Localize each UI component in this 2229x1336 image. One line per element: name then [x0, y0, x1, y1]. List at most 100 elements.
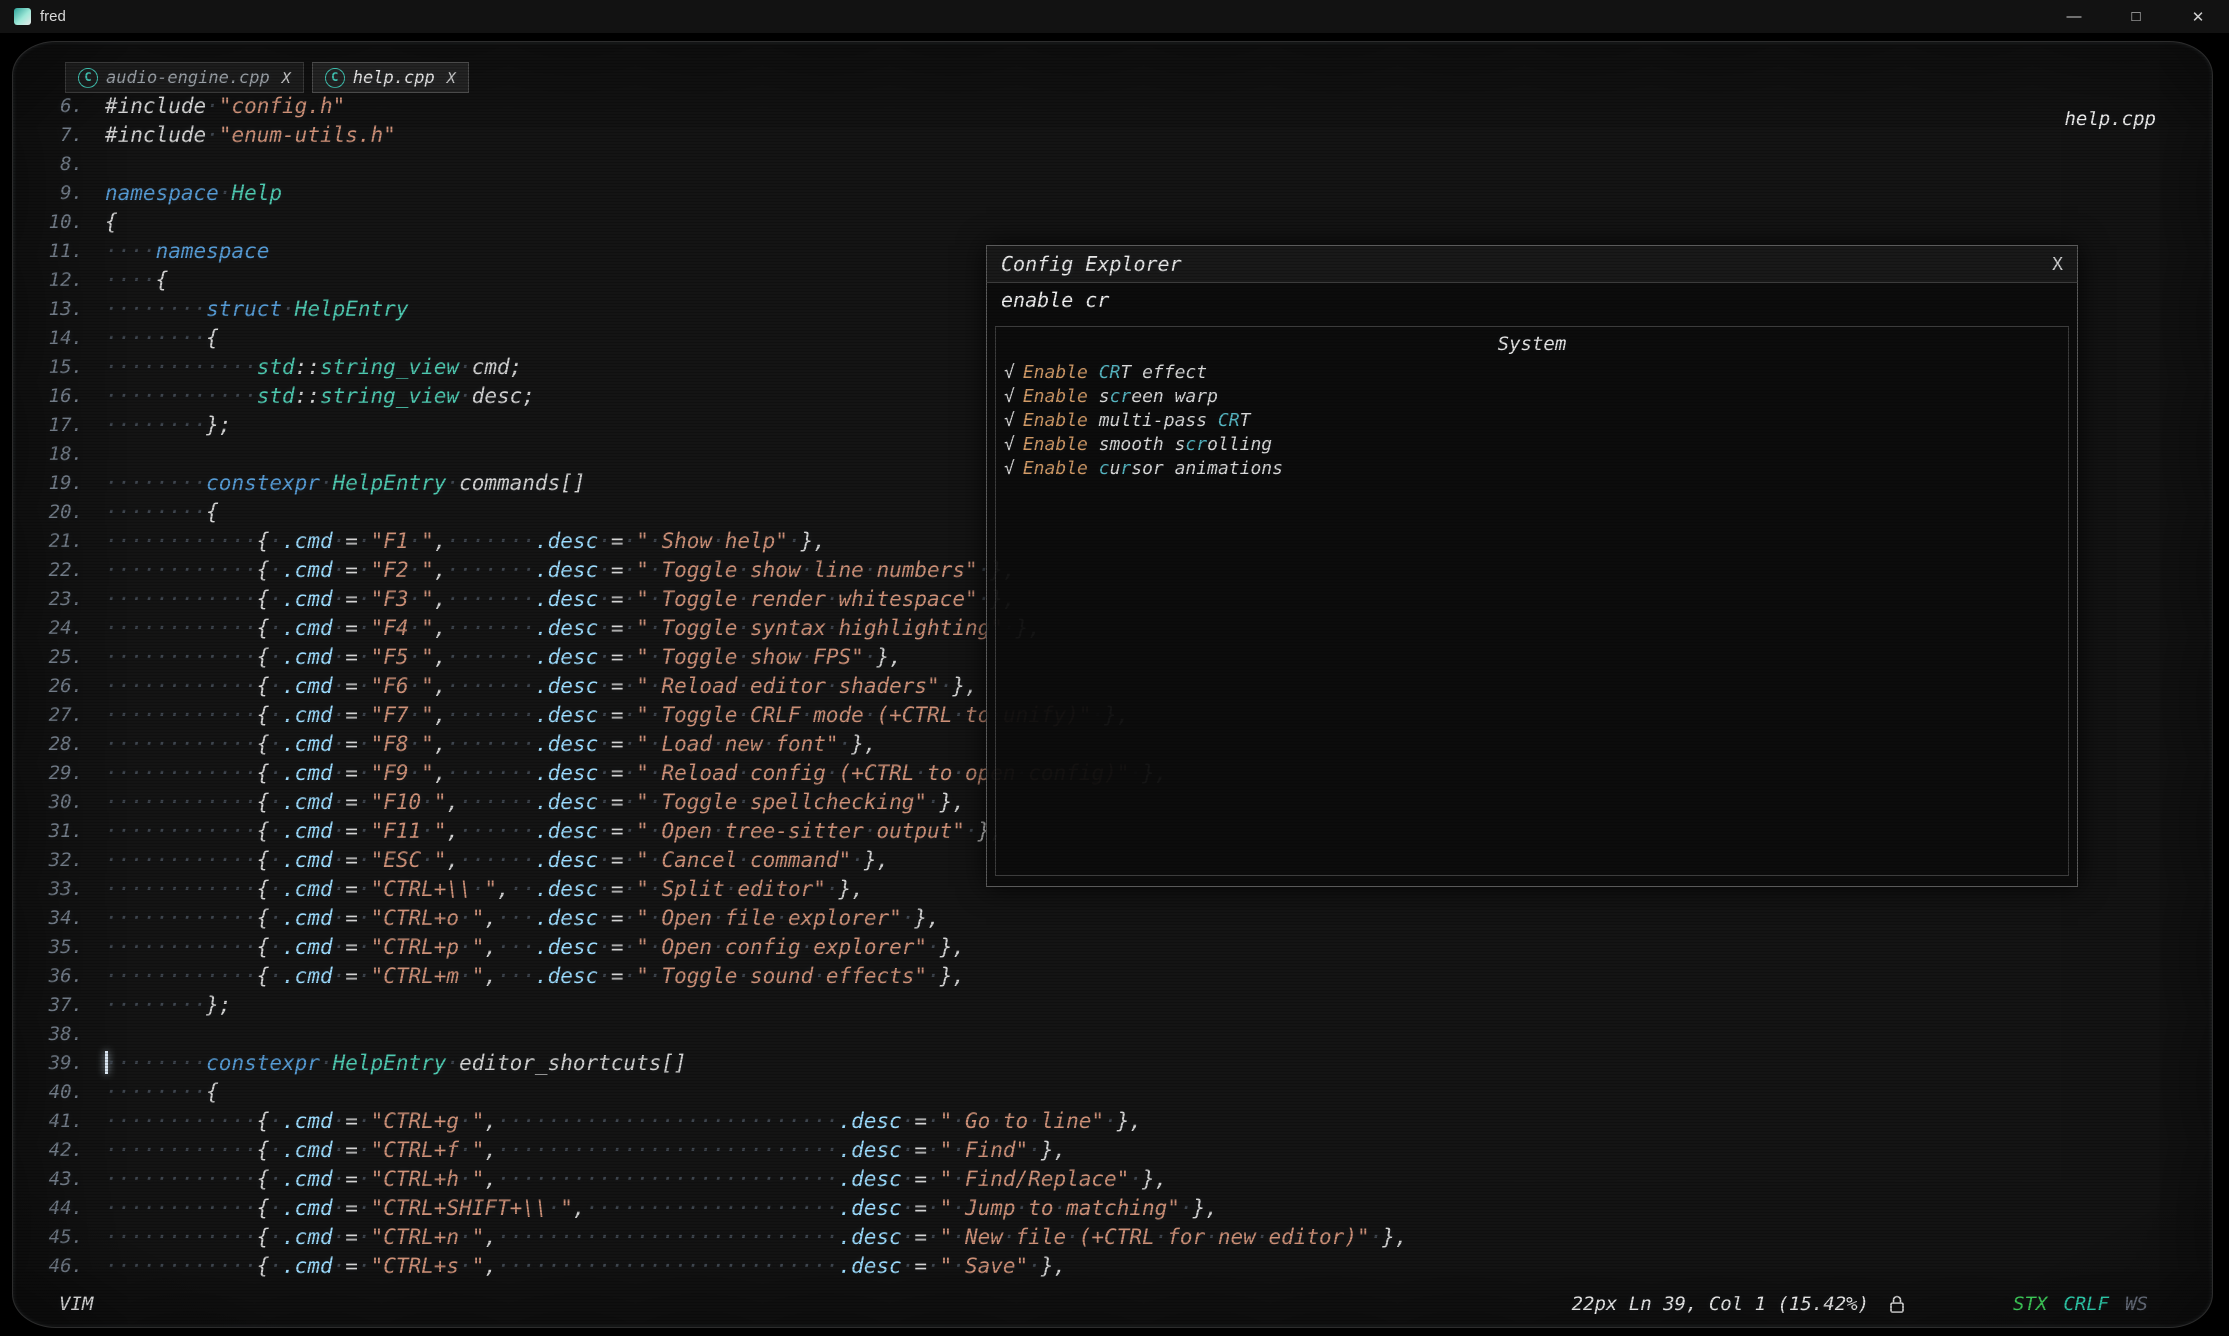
code-token: ·	[358, 964, 371, 988]
option-text: c	[1099, 458, 1110, 479]
code-token: ,	[484, 964, 497, 988]
code-token: ·	[409, 616, 422, 640]
config-search-input[interactable]: enable cr	[987, 283, 2077, 317]
line-content: ········{	[105, 1078, 219, 1107]
code-token: ·	[269, 703, 282, 727]
code-line[interactable]: 9.namespace·Help	[13, 179, 2212, 208]
line-number: 20.	[13, 498, 105, 527]
code-token: ·	[358, 587, 371, 611]
code-line[interactable]: 6.#include·"config.h"	[13, 92, 2212, 121]
code-token: ·	[649, 964, 662, 988]
code-line[interactable]: 7.#include·"enum-utils.h"	[13, 121, 2212, 150]
code-line[interactable]: 34.············{·.cmd·=·"CTRL+o·",···.de…	[13, 904, 2212, 933]
tab-audio-engine-cpp[interactable]: Caudio-engine.cppX	[65, 62, 304, 93]
code-line[interactable]: 46.············{·.cmd·=·"CTRL+s·",······…	[13, 1252, 2212, 1281]
code-token: ·	[1104, 1109, 1117, 1133]
option-text: CR	[1099, 362, 1121, 383]
config-explorer-close-button[interactable]: X	[2052, 254, 2063, 275]
code-token: "	[636, 935, 649, 959]
code-token: Toggle	[662, 645, 738, 669]
code-token: "	[434, 819, 447, 843]
code-line[interactable]: 36.············{·.cmd·=·"CTRL+m·",···.de…	[13, 962, 2212, 991]
code-token: =	[345, 906, 358, 930]
close-button[interactable]: ✕	[2167, 0, 2229, 33]
code-token: ·	[649, 616, 662, 640]
code-line[interactable]: 42.············{·.cmd·=·"CTRL+f·",······…	[13, 1136, 2212, 1165]
code-token: =	[611, 848, 624, 872]
config-option[interactable]: √Enable cursor animations	[996, 457, 2068, 481]
line-number: 35.	[13, 933, 105, 962]
config-option[interactable]: √Enable multi-pass CRT	[996, 409, 2068, 433]
code-token: ·	[1205, 1225, 1218, 1249]
tab-close-button[interactable]: X	[282, 69, 291, 87]
code-line[interactable]: 10.{	[13, 208, 2212, 237]
code-token: ·	[649, 906, 662, 930]
code-token: ·	[624, 645, 637, 669]
code-token: ·	[839, 732, 852, 756]
tab-help-cpp[interactable]: Chelp.cppX	[312, 62, 469, 93]
code-token: "	[636, 587, 649, 611]
code-token: "CTRL+p	[371, 935, 460, 959]
code-token: ·	[649, 587, 662, 611]
code-token: .cmd	[282, 790, 333, 814]
code-line[interactable]: 38.	[13, 1020, 2212, 1049]
code-token: ·	[421, 790, 434, 814]
config-option[interactable]: √Enable CRT effect	[996, 361, 2068, 385]
code-line[interactable]: 44.············{·.cmd·=·"CTRL+SHIFT+\\·"…	[13, 1194, 2212, 1223]
code-line[interactable]: 40.········{	[13, 1078, 2212, 1107]
code-line[interactable]: 39.········constexpr·HelpEntry·editor_sh…	[13, 1049, 2212, 1078]
option-text: Enable	[1023, 410, 1088, 431]
code-token: config	[725, 935, 801, 959]
code-token: .desc	[535, 703, 598, 727]
code-token: "	[484, 877, 497, 901]
code-token: file	[1016, 1225, 1067, 1249]
code-token: =	[345, 616, 358, 640]
code-line[interactable]: 45.············{·.cmd·=·"CTRL+n·",······…	[13, 1223, 2212, 1252]
line-content: ············{·.cmd·=·"CTRL+SHIFT+\\·",··…	[105, 1194, 1218, 1223]
code-token: ·	[269, 848, 282, 872]
code-line[interactable]: 43.············{·.cmd·=·"CTRL+h·",······…	[13, 1165, 2212, 1194]
code-token: ·	[472, 877, 485, 901]
code-token: ·	[409, 645, 422, 669]
code-token: =	[611, 906, 624, 930]
code-token: },	[940, 964, 965, 988]
code-line[interactable]: 41.············{·.cmd·=·"CTRL+g·",······…	[13, 1107, 2212, 1136]
option-text: Enable	[1023, 362, 1088, 383]
code-token: ,	[434, 674, 447, 698]
line-number: 44.	[13, 1194, 105, 1223]
code-token: .desc	[838, 1167, 901, 1191]
code-line[interactable]: 37.········};	[13, 991, 2212, 1020]
code-token: };	[206, 413, 231, 437]
code-token: New	[965, 1225, 1003, 1249]
code-token: ·	[269, 1225, 282, 1249]
code-token: ·	[851, 848, 864, 872]
config-option[interactable]: √Enable smooth scrolling	[996, 433, 2068, 457]
maximize-button[interactable]: □	[2105, 0, 2167, 33]
code-token: ·	[333, 1225, 346, 1249]
code-token: =	[611, 761, 624, 785]
line-content: ············std::string_view·desc;	[105, 382, 535, 411]
option-text: s	[1088, 386, 1110, 407]
code-token: {	[257, 1109, 270, 1133]
code-token: ·	[813, 964, 826, 988]
code-token: .desc	[838, 1138, 901, 1162]
code-token: "	[472, 1138, 485, 1162]
line-number: 18.	[13, 440, 105, 469]
code-token: .desc	[535, 761, 598, 785]
code-token: "	[472, 1167, 485, 1191]
cursor-position-info: 22px Ln 39, Col 1 (15.42%)	[1572, 1293, 1869, 1315]
tab-close-button[interactable]: X	[447, 69, 456, 87]
code-token: ············	[105, 616, 257, 640]
code-token: editor	[750, 674, 826, 698]
code-token: ·	[459, 1109, 472, 1133]
line-content: ············{·.cmd·=·"F1·",·······.desc·…	[105, 527, 826, 556]
code-line[interactable]: 8.	[13, 150, 2212, 179]
config-option[interactable]: √Enable screen warp	[996, 385, 2068, 409]
code-token: .cmd	[282, 964, 333, 988]
code-line[interactable]: 35.············{·.cmd·=·"CTRL+p·",···.de…	[13, 933, 2212, 962]
minimize-button[interactable]: —	[2043, 0, 2105, 33]
code-token: "	[421, 761, 434, 785]
code-token: =	[345, 761, 358, 785]
line-number: 34.	[13, 904, 105, 933]
line-number: 33.	[13, 875, 105, 904]
